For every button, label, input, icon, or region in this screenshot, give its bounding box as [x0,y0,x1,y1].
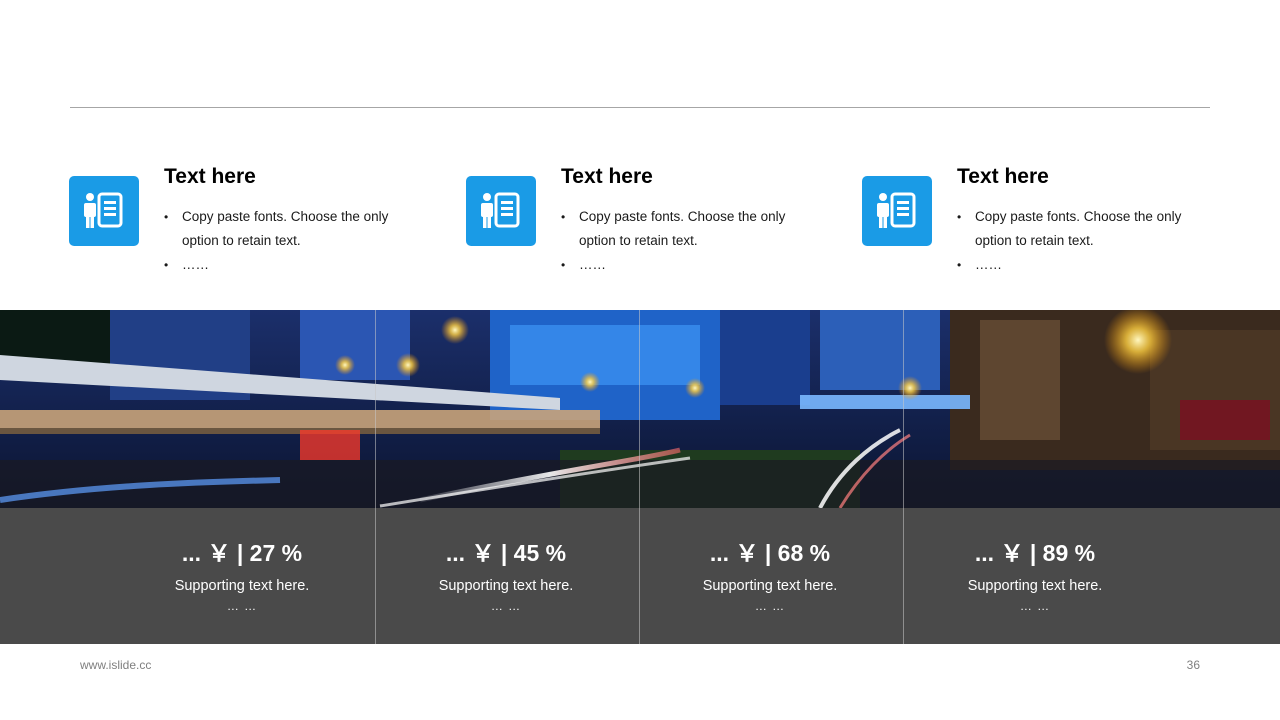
city-night-photo [0,310,1280,508]
page-number: 36 [1186,658,1200,672]
stat-item-4: ... ￥ | 89 % Supporting text here. … … [903,508,1167,644]
bullet-item: …… [561,253,801,277]
footer-url: www.islide.cc [80,658,152,672]
top-divider [70,107,1210,108]
person-document-icon [69,176,139,246]
stat-ellipsis: … … [754,599,786,613]
feature-bullets: Copy paste fonts. Choose the only option… [957,205,1197,277]
stat-supporting-text: Supporting text here. [702,578,838,594]
feature-title: Text here [561,165,653,188]
feature-card-3: Text here Copy paste fonts. Choose the o… [862,163,1222,283]
stat-ellipsis: … … [490,599,522,613]
stat-supporting-text: Supporting text here. [174,578,310,594]
feature-card-2: Text here Copy paste fonts. Choose the o… [466,163,826,283]
stat-item-3: ... ￥ | 68 % Supporting text here. … … [638,508,902,644]
bullet-item: Copy paste fonts. Choose the only option… [957,205,1197,253]
person-document-icon [862,176,932,246]
bullet-item: …… [957,253,1197,277]
feature-bullets: Copy paste fonts. Choose the only option… [561,205,801,277]
person-document-icon [466,176,536,246]
stat-item-2: ... ￥ | 45 % Supporting text here. … … [374,508,638,644]
stat-value: ... ￥ | 45 % [445,540,567,566]
feature-bullets: Copy paste fonts. Choose the only option… [164,205,404,277]
bullet-item: …… [164,253,404,277]
feature-title: Text here [164,165,256,188]
bullet-item: Copy paste fonts. Choose the only option… [561,205,801,253]
stat-value: ... ￥ | 27 % [181,540,303,566]
stat-ellipsis: … … [1019,599,1051,613]
stat-value: ... ￥ | 68 % [709,540,831,566]
feature-title: Text here [957,165,1049,188]
stat-supporting-text: Supporting text here. [438,578,574,594]
stat-value: ... ￥ | 89 % [974,540,1096,566]
stat-ellipsis: … … [226,599,258,613]
stat-supporting-text: Supporting text here. [967,578,1103,594]
bullet-item: Copy paste fonts. Choose the only option… [164,205,404,253]
feature-card-1: Text here Copy paste fonts. Choose the o… [69,163,429,283]
stat-item-1: ... ￥ | 27 % Supporting text here. … … [110,508,374,644]
